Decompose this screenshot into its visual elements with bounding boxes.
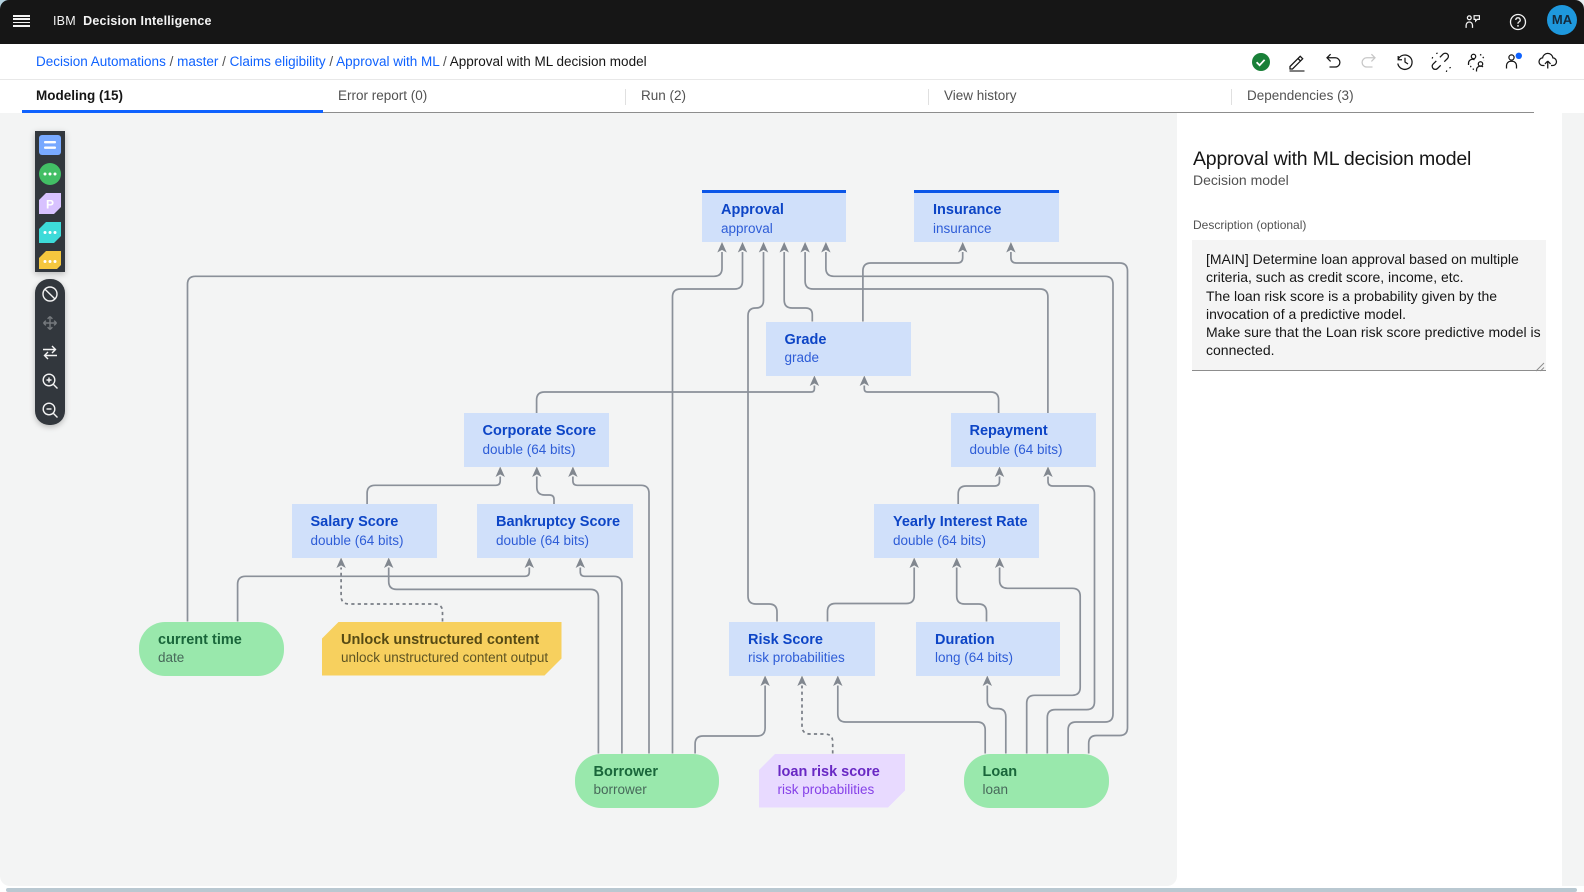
svg-text:P: P: [46, 198, 54, 212]
